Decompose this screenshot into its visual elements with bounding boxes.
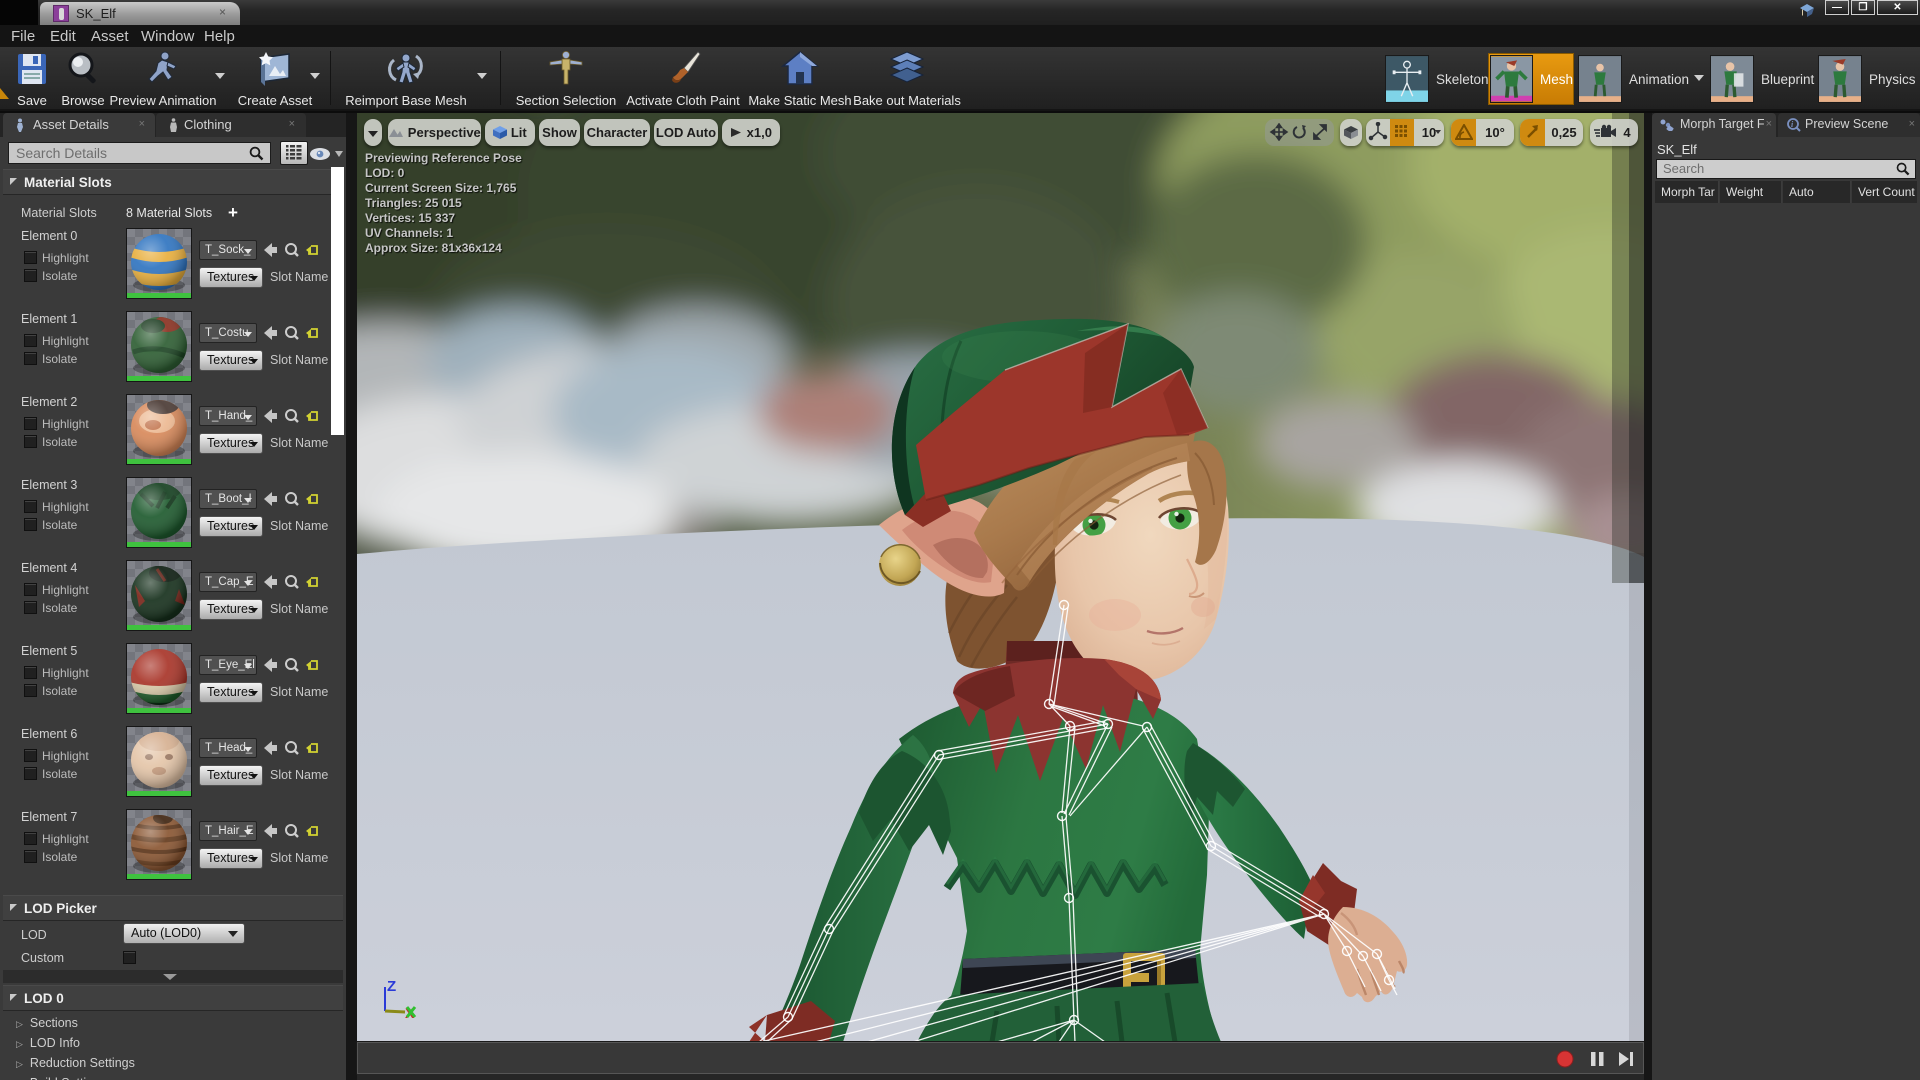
svg-text:i: i xyxy=(1791,120,1794,129)
svg-text:Z: Z xyxy=(387,978,396,995)
